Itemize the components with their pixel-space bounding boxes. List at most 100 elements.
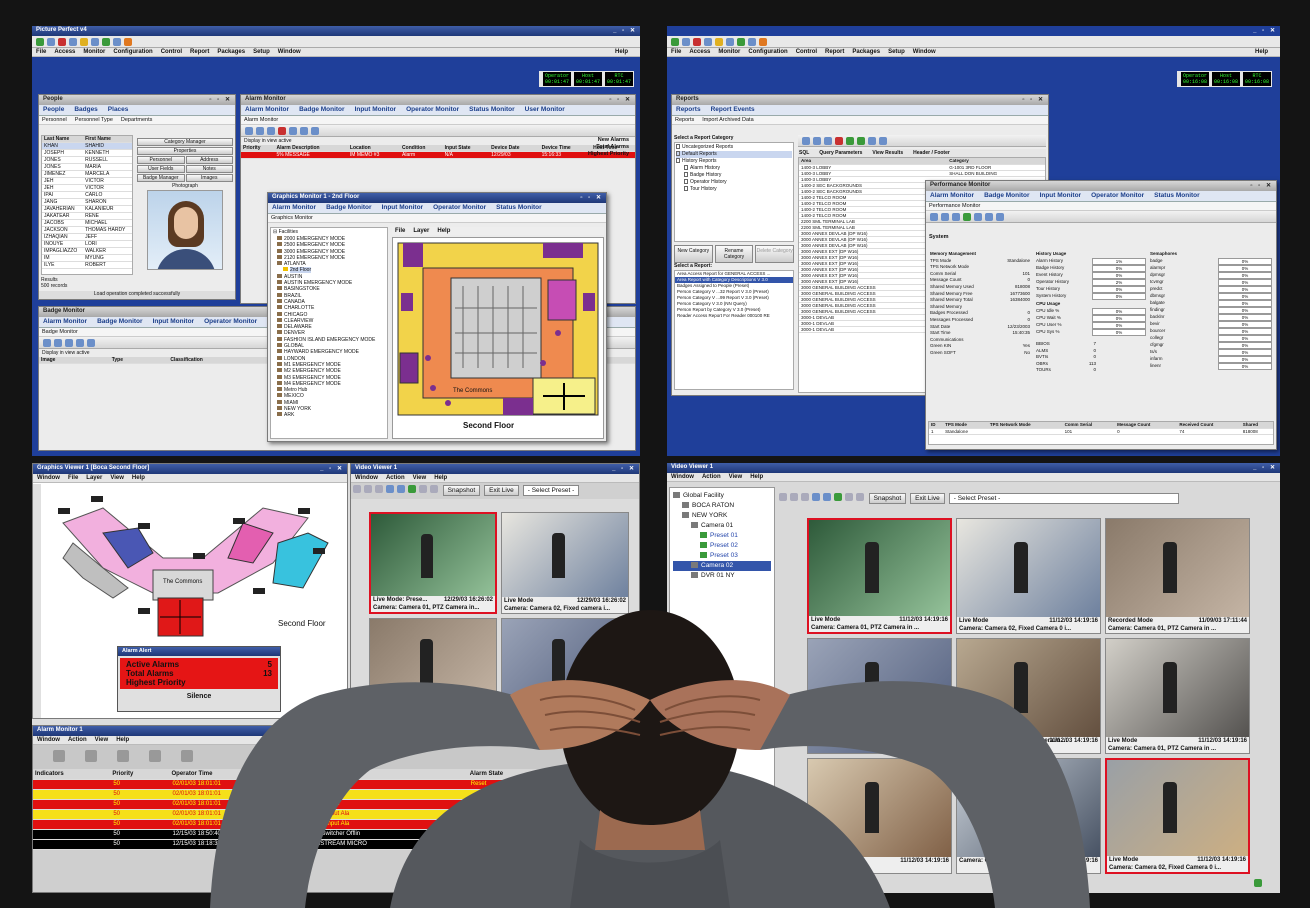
notes-button[interactable]: Notes xyxy=(185,165,233,173)
table-row[interactable]: JEH VICTOR xyxy=(42,177,132,185)
menu-setup[interactable]: Setup xyxy=(253,49,270,55)
rewind-icon[interactable] xyxy=(353,485,361,493)
rename-category-button[interactable]: Rename Category xyxy=(714,245,754,263)
stop-icon[interactable] xyxy=(823,493,831,501)
copy-icon[interactable] xyxy=(824,137,832,145)
menu-help[interactable]: Help xyxy=(1255,49,1268,55)
tab-header-footer[interactable]: Header / Footer xyxy=(913,150,950,156)
gv-scrollbar[interactable] xyxy=(33,484,41,718)
category-item[interactable]: Default Reports xyxy=(676,151,792,158)
exit-live-button[interactable]: Exit Live xyxy=(910,493,945,504)
table-row[interactable]: INOUYE LORI xyxy=(42,240,132,248)
play-icon[interactable] xyxy=(408,485,416,493)
tree-item[interactable]: Preset 02 xyxy=(673,541,771,551)
tab-people[interactable]: People xyxy=(43,106,64,113)
camera-tile[interactable]: Live Mode: Prese... 12/29/03 16:26:02 Came… xyxy=(369,512,497,614)
help-icon[interactable] xyxy=(879,137,887,145)
print-icon[interactable] xyxy=(289,127,297,135)
help-icon[interactable] xyxy=(311,127,319,135)
step-back-icon[interactable] xyxy=(790,493,798,501)
search-icon[interactable] xyxy=(54,339,62,347)
category-item[interactable]: Tour History xyxy=(676,186,792,193)
save-icon[interactable] xyxy=(813,137,821,145)
forward-icon[interactable] xyxy=(856,493,864,501)
menu-control[interactable]: Control xyxy=(161,49,182,55)
menu-window[interactable]: Window xyxy=(355,475,378,481)
menu-help[interactable]: Help xyxy=(750,474,763,480)
table-row[interactable]: JACKSON THOMAS HARDY xyxy=(42,226,132,234)
star-icon[interactable] xyxy=(715,38,723,46)
table-row[interactable]: JONES MARIA xyxy=(42,163,132,171)
menu-file[interactable]: File xyxy=(36,49,46,55)
edit-icon[interactable] xyxy=(267,127,275,135)
category-item[interactable]: Alarm History xyxy=(676,165,792,172)
tab-status-monitor[interactable]: Status Monitor xyxy=(1154,192,1200,199)
menu-configuration[interactable]: Configuration xyxy=(113,49,152,55)
home-icon[interactable] xyxy=(69,38,77,46)
category-tree[interactable]: Uncategorized Reports Default Reports Hist… xyxy=(674,142,794,242)
menu-monitor[interactable]: Monitor xyxy=(718,49,740,55)
tab-operator-monitor[interactable]: Operator Monitor xyxy=(1091,192,1144,199)
folder-icon[interactable] xyxy=(759,38,767,46)
menu-help[interactable]: Help xyxy=(615,49,628,55)
category-manager-button[interactable]: Category Manager xyxy=(137,138,233,146)
menu-window[interactable]: Window xyxy=(37,475,60,481)
menu-packages[interactable]: Packages xyxy=(217,49,245,55)
tab-sql[interactable]: SQL xyxy=(799,150,809,156)
prev-icon[interactable] xyxy=(375,485,383,493)
alarm-row[interactable]: 5% MESSAGE IM MEMO #3 Alarm N/A 12/29/03 15:1… xyxy=(241,151,635,159)
clear-icon[interactable] xyxy=(149,750,161,762)
tree-item[interactable]: BOCA RATON xyxy=(673,501,771,511)
tab-alarm-monitor[interactable]: Alarm Monitor xyxy=(272,204,316,211)
menu-view[interactable]: View xyxy=(413,475,427,481)
forward-icon[interactable] xyxy=(47,38,55,46)
print-icon[interactable] xyxy=(748,38,756,46)
table-row[interactable]: IPAI CARLO xyxy=(42,191,132,199)
stop-icon[interactable] xyxy=(397,485,405,493)
filter-icon[interactable] xyxy=(181,750,193,762)
refresh-icon[interactable] xyxy=(737,38,745,46)
menu-help[interactable]: Help xyxy=(132,475,145,481)
back-icon[interactable] xyxy=(36,38,44,46)
report-list[interactable]: Area Access Report for GENERAL ACCESS ..… xyxy=(674,270,794,390)
camera-tile[interactable]: Live Mode 11/12/03 14:19:16 Camera: Camera… xyxy=(1105,758,1250,874)
globe-icon[interactable] xyxy=(726,38,734,46)
subtab-reports[interactable]: Reports xyxy=(675,117,694,123)
tab-status-monitor[interactable]: Status Monitor xyxy=(496,204,542,211)
table-row[interactable]: JONES RUSSELL xyxy=(42,156,132,164)
search-icon[interactable] xyxy=(941,213,949,221)
delete-category-button[interactable]: Delete Category xyxy=(755,245,795,263)
table-row[interactable]: JACOBS MICHAEL xyxy=(42,219,132,227)
table-row[interactable]: JEH VICTOR xyxy=(42,184,132,192)
menu-help[interactable]: Help xyxy=(437,228,450,234)
menu-configuration[interactable]: Configuration xyxy=(748,49,787,55)
pause-icon[interactable] xyxy=(245,127,253,135)
menu-window[interactable]: Window xyxy=(671,474,694,480)
window-controls[interactable]: _ ▫ ✕ xyxy=(1253,27,1277,34)
menu-packages[interactable]: Packages xyxy=(852,49,880,55)
facility-tree[interactable]: ⊟ Facilities 2000 EMERGENCY MODE 2500 EME… xyxy=(270,227,388,439)
table-row[interactable]: JANG SHARON xyxy=(42,198,132,206)
menu-window[interactable]: Window xyxy=(278,49,301,55)
table-row[interactable]: JAKATEAR RENE xyxy=(42,212,132,220)
help-icon[interactable] xyxy=(87,339,95,347)
table-row[interactable]: JAVAHERIAN KALANIEUR xyxy=(42,205,132,213)
table-row[interactable]: JIMENEZ MARCELA xyxy=(42,170,132,178)
home-icon[interactable] xyxy=(704,38,712,46)
pause-icon[interactable] xyxy=(43,339,51,347)
edit-icon[interactable] xyxy=(846,137,854,145)
search-icon[interactable] xyxy=(256,127,264,135)
category-item[interactable]: Uncategorized Reports xyxy=(676,144,792,151)
list-icon[interactable] xyxy=(300,127,308,135)
menu-view[interactable]: View xyxy=(110,475,124,481)
images-button[interactable]: Images xyxy=(185,174,233,182)
menu-control[interactable]: Control xyxy=(796,49,817,55)
tab-badge-monitor[interactable]: Badge Monitor xyxy=(326,204,372,211)
next-icon[interactable] xyxy=(845,493,853,501)
properties-button[interactable]: Properties xyxy=(137,147,233,155)
column-header[interactable]: Indicators xyxy=(33,769,111,780)
menu-layer[interactable]: Layer xyxy=(86,475,102,481)
menu-monitor[interactable]: Monitor xyxy=(83,49,105,55)
tab-input-monitor[interactable]: Input Monitor xyxy=(355,106,397,113)
tab-alarm-monitor[interactable]: Alarm Monitor xyxy=(43,318,87,325)
